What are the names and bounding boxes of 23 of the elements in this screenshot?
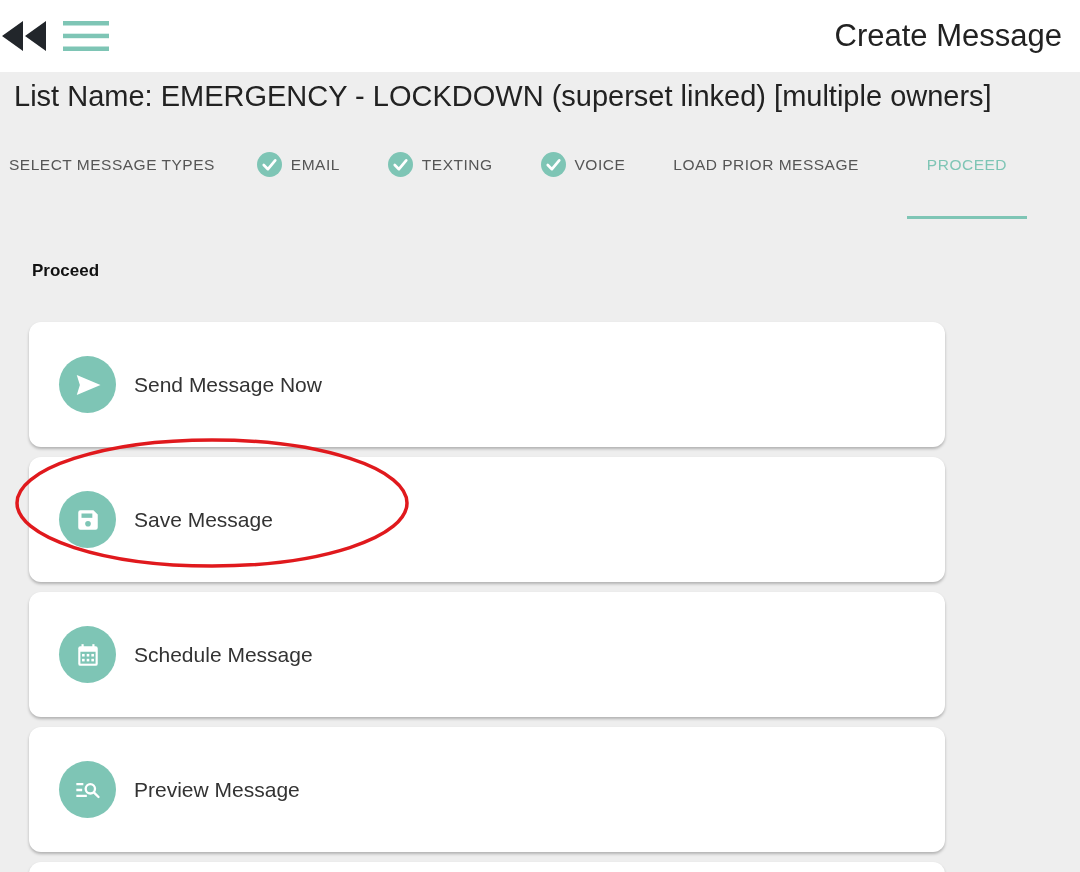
option-label: Send Message Now [134,372,322,397]
rewind-icon[interactable] [2,21,46,51]
step-tab[interactable]: SELECT MESSAGE TYPES [9,113,233,219]
option-card[interactable]: Preview Message [29,727,945,852]
step-tab[interactable]: LOAD PRIOR MESSAGE [673,113,879,219]
step-tab[interactable]: TEXTING [387,113,513,219]
option-label: Preview Message [134,777,300,802]
section-heading: Proceed [31,260,101,281]
option-card[interactable]: Save Message [29,457,945,582]
list-name: List Name: EMERGENCY - LOCKDOWN (superset linked) [multiple owners] [13,79,993,113]
step-label: LOAD PRIOR MESSAGE [673,155,859,174]
step-label: SELECT MESSAGE TYPES [9,155,215,174]
step-tab[interactable]: VOICE [540,113,646,219]
step-label: EMAIL [290,155,340,174]
option-label: Schedule Message [134,642,313,667]
step-label: TEXTING [421,155,493,174]
option-card[interactable]: Schedule Message [29,592,945,717]
page-title: Create Message [834,18,1062,54]
option-card[interactable]: Send Message Now [29,322,945,447]
step-tab[interactable]: EMAIL [256,113,360,219]
step-label: VOICE [574,155,626,174]
option-label: Save Message [134,507,273,532]
step-label: PROCEED [926,155,1007,174]
